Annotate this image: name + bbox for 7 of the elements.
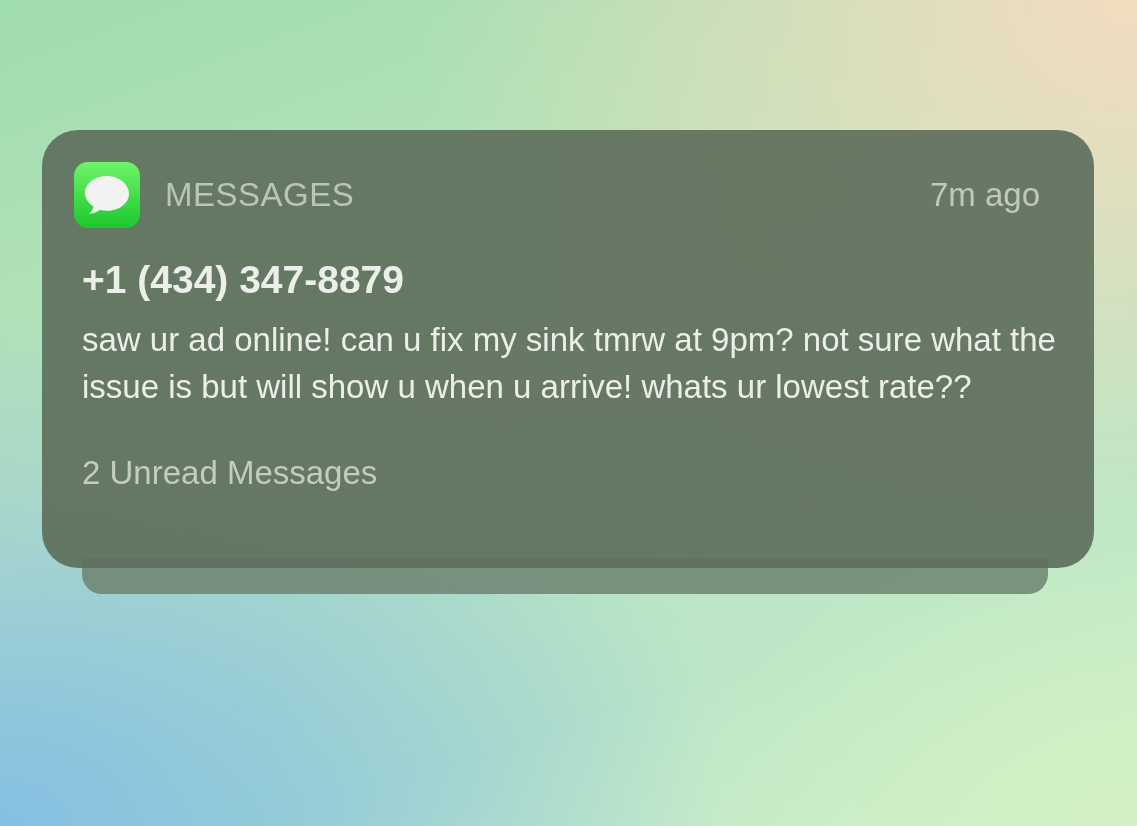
notification-card[interactable]: MESSAGES 7m ago +1 (434) 347-8879 saw ur ad online! can u fix my sink tmrw at 9pm? not sure what the issue is but will show u when u arrive! whats ur lowest rate?? 2 Unread Messages [42,130,1094,568]
sender-number: +1 (434) 347-8879 [82,258,405,302]
app-name: MESSAGES [165,176,356,214]
message-text: saw ur ad online! can u fix my sink tmrw at 9pm? not sure what the issue is but will show u when u arrive! whats ur lowest rate?? [82,320,1057,407]
timestamp: 7m ago [929,176,1040,214]
speech-bubble-icon [74,162,140,228]
unread-count: 2 Unread Messages [82,454,379,492]
